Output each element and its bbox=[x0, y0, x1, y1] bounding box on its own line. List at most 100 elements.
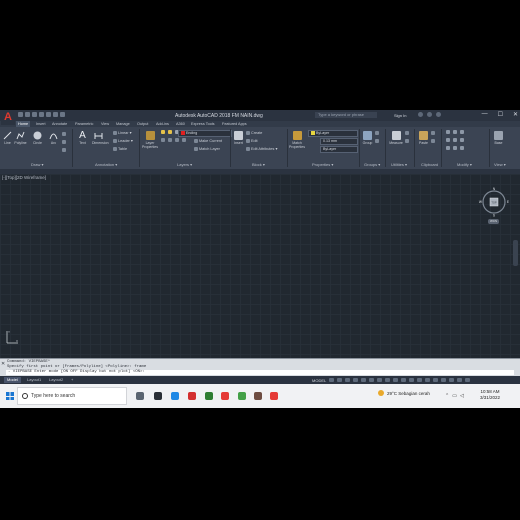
leader-dropdown[interactable]: Leader ▾ bbox=[113, 138, 133, 144]
move-icon[interactable] bbox=[446, 130, 450, 134]
transparency-icon[interactable] bbox=[385, 378, 391, 382]
rectangle-tool[interactable] bbox=[62, 131, 67, 137]
panel-label-utilities[interactable]: Utilities ▾ bbox=[391, 162, 407, 167]
hardware-acceleration-icon[interactable] bbox=[449, 378, 455, 382]
units-icon[interactable] bbox=[425, 378, 431, 382]
model-space-button[interactable]: MODEL bbox=[312, 378, 326, 383]
ungroup-button[interactable] bbox=[375, 130, 380, 136]
copy-button[interactable] bbox=[431, 138, 436, 144]
match-layer-button[interactable]: Match Layer bbox=[194, 146, 220, 152]
whatsapp-icon[interactable] bbox=[238, 392, 246, 400]
snap-icon[interactable] bbox=[337, 378, 343, 382]
layer-lock-icon[interactable] bbox=[182, 138, 186, 142]
store-icon[interactable] bbox=[205, 392, 213, 400]
autocad-taskbar-icon[interactable] bbox=[270, 392, 278, 400]
scale-icon[interactable] bbox=[453, 146, 457, 150]
save-icon[interactable] bbox=[32, 112, 37, 117]
maximize-button[interactable]: ☐ bbox=[498, 111, 503, 118]
viewcube[interactable]: TOP N S E W bbox=[478, 186, 510, 218]
layer-dropdown[interactable]: Ending bbox=[178, 130, 232, 137]
volume-icon[interactable]: ◁ bbox=[460, 393, 464, 399]
annotation-monitor-icon[interactable] bbox=[417, 378, 423, 382]
panel-label-modify[interactable]: Modify ▾ bbox=[457, 162, 472, 167]
windows-start-icon[interactable] bbox=[6, 392, 14, 400]
rotate-icon[interactable] bbox=[453, 130, 457, 134]
task-view-icon[interactable] bbox=[136, 392, 144, 400]
tab-model[interactable]: Model bbox=[4, 377, 21, 383]
table-tool[interactable]: Table bbox=[113, 146, 127, 152]
minimize-button[interactable]: — bbox=[482, 111, 488, 118]
mirror-icon[interactable] bbox=[453, 138, 457, 142]
selection-cycling-icon[interactable] bbox=[393, 378, 399, 382]
panel-label-annotation[interactable]: Annotation ▾ bbox=[95, 162, 117, 167]
workspace-gear-icon[interactable] bbox=[409, 378, 415, 382]
clean-screen-icon[interactable] bbox=[457, 378, 463, 382]
add-layout-button[interactable]: + bbox=[68, 377, 76, 383]
help-icon[interactable] bbox=[436, 112, 441, 117]
array-icon[interactable] bbox=[460, 146, 464, 150]
autodesk-account-icon[interactable] bbox=[427, 112, 432, 117]
tab-layout2[interactable]: Layout2 bbox=[46, 377, 66, 383]
panel-label-view[interactable]: View ▾ bbox=[494, 162, 506, 167]
copy-object-icon[interactable] bbox=[446, 138, 450, 142]
cut-button[interactable] bbox=[431, 130, 436, 136]
panel-label-layers[interactable]: Layers ▾ bbox=[177, 162, 192, 167]
trim-icon[interactable] bbox=[460, 130, 464, 134]
edit-attributes-dropdown[interactable]: Edit Attributes ▾ bbox=[246, 146, 277, 152]
layer-properties-tool[interactable]: Layer Properties bbox=[141, 131, 159, 149]
help-search-input[interactable]: Type a keyword or phrase bbox=[315, 112, 377, 118]
base-view-tool[interactable]: Base bbox=[492, 131, 505, 145]
close-icon[interactable]: ✕ bbox=[1, 361, 5, 367]
chrome-icon[interactable] bbox=[254, 392, 262, 400]
lineweight-dropdown[interactable]: 0.13 mm bbox=[320, 138, 358, 145]
command-input[interactable]: - VIEPBASE Enter mode [ON OFF Display bu… bbox=[6, 370, 514, 375]
exchange-icon[interactable] bbox=[418, 112, 423, 117]
group-tool[interactable]: Group bbox=[361, 131, 374, 145]
make-current-button[interactable]: Make Current bbox=[194, 138, 222, 144]
hatch-tool[interactable] bbox=[62, 139, 67, 145]
osnap-icon[interactable] bbox=[361, 378, 367, 382]
stretch-icon[interactable] bbox=[446, 146, 450, 150]
polar-icon[interactable] bbox=[353, 378, 359, 382]
panel-label-groups[interactable]: Groups ▾ bbox=[364, 162, 380, 167]
layer-freeze-icon[interactable] bbox=[175, 138, 179, 142]
otrack-icon[interactable] bbox=[369, 378, 375, 382]
line-tool[interactable]: Line bbox=[1, 131, 14, 145]
layer-off-icon[interactable] bbox=[161, 138, 165, 142]
measure-tool[interactable]: Measure bbox=[388, 131, 404, 145]
dimension-tool[interactable]: Dimension bbox=[92, 131, 109, 145]
ellipse-tool[interactable] bbox=[62, 147, 67, 153]
ortho-icon[interactable] bbox=[345, 378, 351, 382]
tab-layout1[interactable]: Layout1 bbox=[24, 377, 44, 383]
annotation-scale-icon[interactable] bbox=[401, 378, 407, 382]
create-block-button[interactable]: Create bbox=[246, 130, 262, 136]
quick-select-button[interactable] bbox=[405, 130, 410, 136]
color-dropdown[interactable]: ByLayer bbox=[308, 130, 358, 137]
calculator-button[interactable] bbox=[405, 138, 410, 144]
viewport-controls[interactable]: [-][Top][2D Wireframe] bbox=[2, 175, 46, 180]
application-menu-button[interactable]: A bbox=[1, 111, 15, 125]
circle-tool[interactable]: Circle bbox=[31, 131, 44, 145]
match-properties-tool[interactable]: Match Properties bbox=[288, 131, 306, 149]
quick-properties-icon[interactable] bbox=[433, 378, 439, 382]
redo-icon[interactable] bbox=[60, 112, 65, 117]
lineweight-icon[interactable] bbox=[377, 378, 383, 382]
open-icon[interactable] bbox=[25, 112, 30, 117]
file-explorer-icon[interactable] bbox=[188, 392, 196, 400]
panel-label-properties[interactable]: Properties ▾ bbox=[312, 162, 333, 167]
fillet-icon[interactable] bbox=[460, 138, 464, 142]
customization-menu-icon[interactable] bbox=[465, 378, 471, 382]
wcs-menu-button[interactable]: WCS bbox=[488, 219, 499, 224]
lightbulb-icon[interactable] bbox=[161, 130, 165, 134]
close-button[interactable]: ✕ bbox=[513, 111, 518, 118]
sun-icon[interactable] bbox=[168, 130, 172, 134]
group-edit-button[interactable] bbox=[375, 138, 380, 144]
edge-browser-icon[interactable] bbox=[171, 392, 179, 400]
grid-icon[interactable] bbox=[329, 378, 335, 382]
linear-dimension-dropdown[interactable]: Linear ▾ bbox=[113, 130, 132, 136]
taskbar-clock[interactable]: 10:58 AM 3/31/2022 bbox=[480, 389, 500, 401]
taskbar-search-input[interactable]: Type here to search bbox=[17, 387, 127, 405]
widgets-icon[interactable] bbox=[154, 392, 162, 400]
new-icon[interactable] bbox=[18, 112, 23, 117]
show-hidden-icons-icon[interactable]: ⌃ bbox=[445, 393, 449, 399]
